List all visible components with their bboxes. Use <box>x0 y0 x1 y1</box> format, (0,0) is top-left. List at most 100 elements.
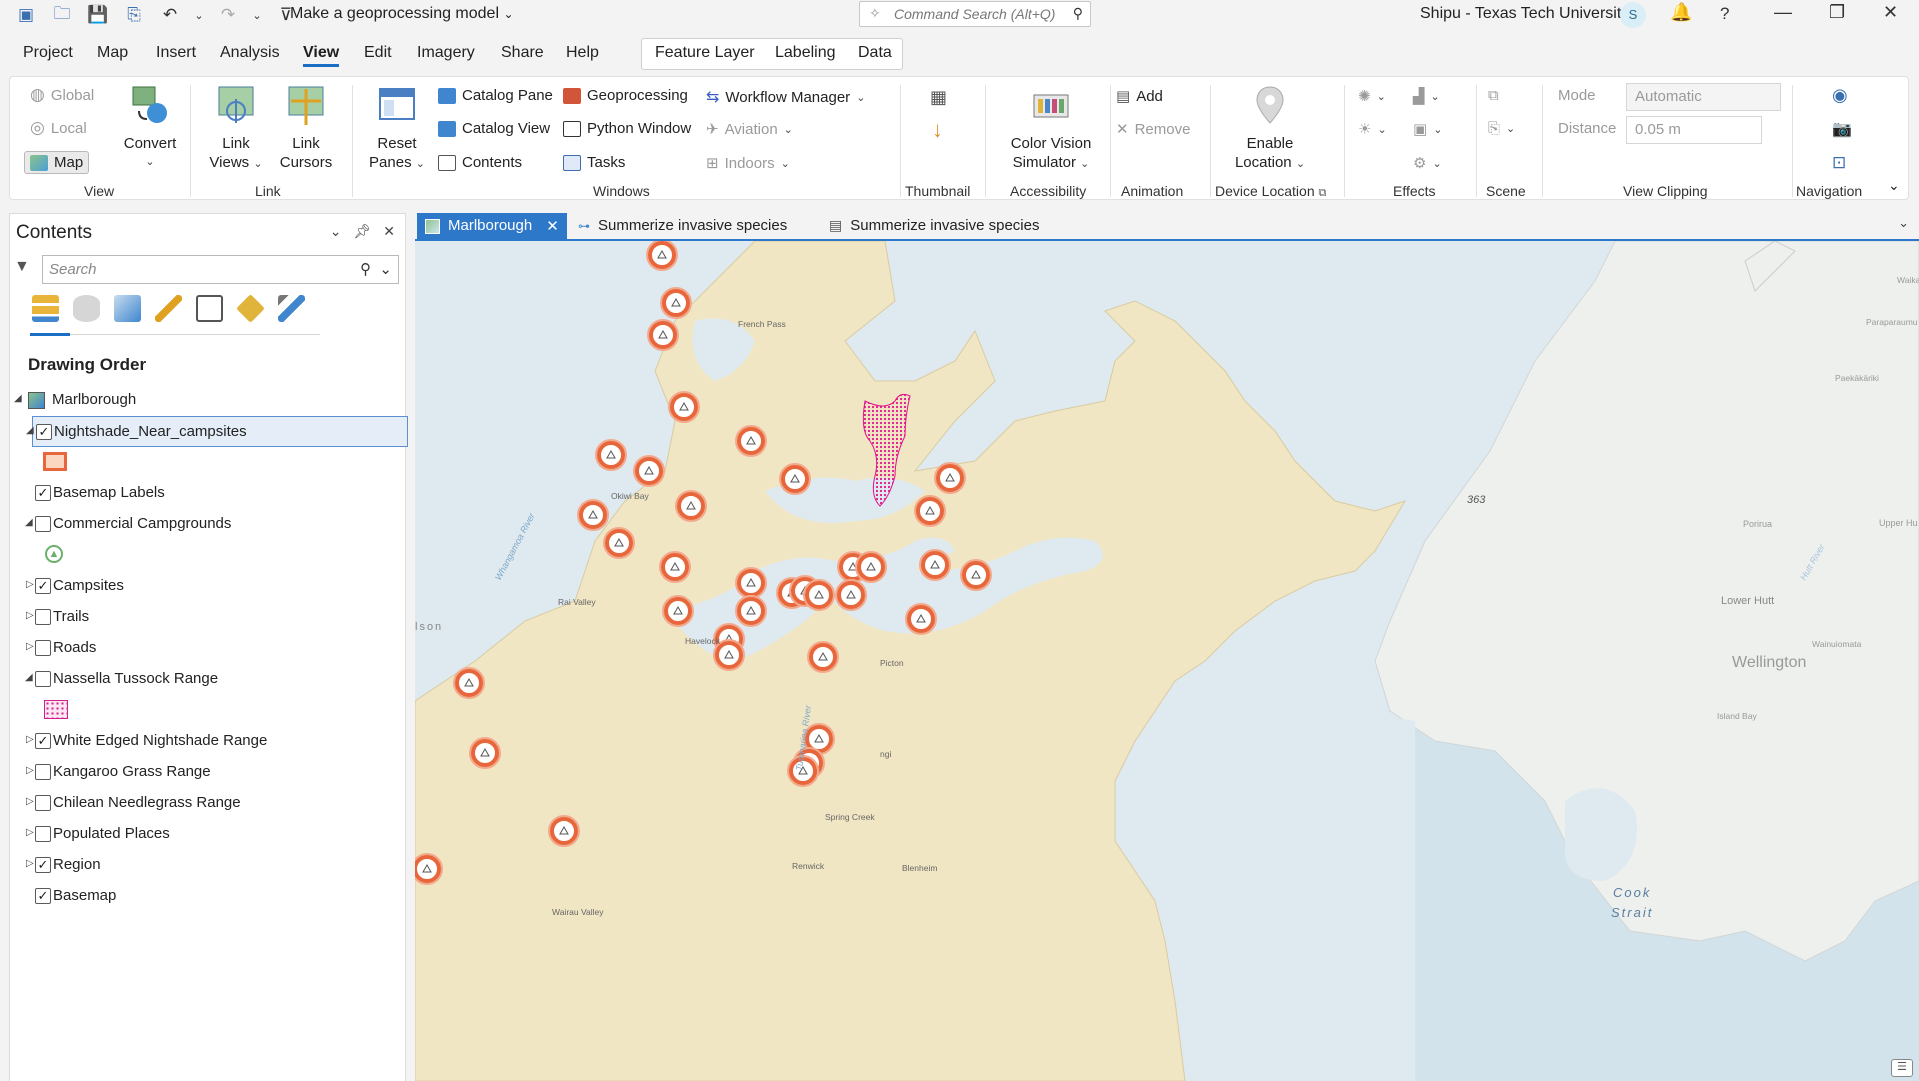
campsite-marker[interactable] <box>735 567 767 599</box>
list-by-perspective-imagery-icon[interactable] <box>278 295 305 322</box>
notes-icon[interactable]: ☰ <box>1891 1059 1913 1077</box>
bookmark-button[interactable]: 📷 <box>1832 119 1852 139</box>
layer-blend-button[interactable]: ▣ ⌄ <box>1413 120 1442 138</box>
tab-labeling[interactable]: Labeling <box>775 44 836 62</box>
minimize-icon[interactable]: — <box>1774 2 1792 23</box>
layer-visibility-checkbox[interactable]: ✓ <box>35 485 51 501</box>
tab-help[interactable]: Help <box>566 44 599 62</box>
pane-options-icon[interactable]: ⌄ <box>330 223 342 240</box>
campsite-marker[interactable] <box>905 603 937 635</box>
campsite-marker[interactable] <box>779 463 811 495</box>
campsite-marker[interactable] <box>660 287 692 319</box>
tab-list-chevron-down-icon[interactable]: ⌄ <box>1898 215 1909 231</box>
campsite-marker[interactable] <box>453 667 485 699</box>
expand-icon[interactable]: ▷ <box>26 827 34 838</box>
layer-visibility-checkbox[interactable] <box>35 609 51 625</box>
expand-icon[interactable]: ▷ <box>26 579 34 590</box>
expand-icon[interactable]: ▷ <box>26 796 34 807</box>
scene-mode-button[interactable]: ⎘ ⌄ <box>1488 120 1515 137</box>
tab-marlborough-map[interactable]: Marlborough ✕ <box>417 213 567 239</box>
campsite-marker[interactable] <box>855 551 887 583</box>
layer-row[interactable]: ▷ Trails <box>10 602 405 633</box>
campsite-marker[interactable] <box>807 641 839 673</box>
lighting-button[interactable]: ☀ ⌄ <box>1358 120 1387 138</box>
convert-button[interactable]: Convert ⌄ <box>114 85 186 172</box>
save-as-icon[interactable]: ⎘ <box>122 3 146 27</box>
collapse-icon[interactable]: ◢ <box>26 425 34 436</box>
document-title[interactable]: Make a geoprocessing model ⌄ <box>290 5 514 23</box>
tab-insert[interactable]: Insert <box>156 44 196 62</box>
close-icon[interactable]: ✕ <box>1883 2 1898 23</box>
expand-icon[interactable]: ▷ <box>26 641 34 652</box>
flicker-button[interactable]: ▟ ⌄ <box>1413 87 1440 105</box>
link-cursors-button[interactable]: Link Cursors <box>276 85 336 172</box>
campground-symbol-icon[interactable]: ▲ <box>45 545 63 563</box>
swipe-button[interactable]: ✺ ⌄ <box>1358 87 1386 105</box>
new-project-icon[interactable]: ▣ <box>14 3 38 27</box>
open-project-icon[interactable]: 🗀 <box>50 3 74 27</box>
collapse-icon[interactable]: ◢ <box>25 672 33 683</box>
filter-icon[interactable]: ▼ <box>14 258 30 276</box>
tab-data[interactable]: Data <box>858 44 892 62</box>
campsite-marker[interactable] <box>803 579 835 611</box>
tasks-button[interactable]: Tasks <box>563 154 625 171</box>
map-view-button[interactable]: Map <box>24 151 90 174</box>
campsite-marker[interactable] <box>659 551 691 583</box>
campsite-marker[interactable] <box>469 737 501 769</box>
layer-visibility-checkbox[interactable]: ✓ <box>35 578 51 594</box>
list-by-editing-icon[interactable] <box>155 295 182 322</box>
help-button[interactable]: ? <box>1720 4 1729 24</box>
layer-row[interactable]: ▷ ✓ Region <box>10 850 405 881</box>
pin-icon[interactable]: 📌︎ <box>353 223 371 240</box>
layer-row[interactable]: ✓ Basemap <box>10 881 405 912</box>
campsite-marker[interactable] <box>934 462 966 494</box>
tab-summerize-model-1[interactable]: ⊶ Summerize invasive species <box>570 213 795 239</box>
layer-row[interactable]: ◢ ✓ Nightshade_Near_campsites <box>26 416 408 447</box>
close-tab-icon[interactable]: ✕ <box>546 217 559 235</box>
tab-project[interactable]: Project <box>23 44 73 62</box>
layer-visibility-checkbox[interactable] <box>35 795 51 811</box>
global-button[interactable]: ◍ Global <box>30 85 94 105</box>
list-by-selection-icon[interactable] <box>114 295 141 322</box>
layer-row[interactable]: ▷ ✓ Campsites <box>10 571 405 602</box>
expand-icon[interactable]: ▷ <box>26 858 34 869</box>
animation-add-button[interactable]: ▤ Add <box>1116 87 1163 106</box>
scene-properties-button[interactable]: ⧉ <box>1488 87 1499 104</box>
campsite-marker[interactable] <box>633 455 665 487</box>
dialog-launcher-icon[interactable]: ⧉ <box>1319 187 1327 199</box>
layer-row[interactable]: ✓ Basemap Labels <box>10 478 405 509</box>
enable-location-button[interactable]: Enable Location ⌄ <box>1220 85 1320 174</box>
campsite-marker[interactable] <box>919 549 951 581</box>
campsite-marker[interactable] <box>415 853 443 885</box>
python-window-button[interactable]: Python Window <box>563 120 691 137</box>
expand-icon[interactable]: ▷ <box>26 610 34 621</box>
close-icon[interactable]: ✕ <box>383 223 395 240</box>
layer-row[interactable]: ◢ Nassella Tussock Range <box>10 664 405 695</box>
layer-row[interactable]: ▷ Roads <box>10 633 405 664</box>
layer-visibility-checkbox[interactable] <box>35 516 51 532</box>
collapse-icon[interactable]: ◢ <box>25 517 33 528</box>
layer-row[interactable]: ▷ Kangaroo Grass Range <box>10 757 405 788</box>
layer-row[interactable]: ◢ Commercial Campgrounds <box>10 509 405 540</box>
geoprocessing-button[interactable]: Geoprocessing <box>563 87 688 104</box>
campsite-marker[interactable] <box>577 499 609 531</box>
campsite-marker[interactable] <box>668 391 700 423</box>
campsite-marker[interactable] <box>647 319 679 351</box>
collapse-ribbon-button[interactable]: ⌄ <box>1888 177 1900 194</box>
tab-feature-layer[interactable]: Feature Layer <box>655 44 755 62</box>
pattern-symbol-swatch[interactable] <box>44 700 68 719</box>
animation-remove-button[interactable]: ✕ Remove <box>1116 120 1190 139</box>
list-by-snapping-icon[interactable] <box>196 295 223 322</box>
indoors-button[interactable]: ⊞ Indoors ⌄ <box>706 154 790 173</box>
layer-row[interactable]: ▷ Populated Places <box>10 819 405 850</box>
list-by-data-source-icon[interactable] <box>73 295 100 322</box>
map-canvas[interactable]: French Pass Okiwi Bay Rai Valley Haveloc… <box>415 241 1919 1081</box>
campsite-marker[interactable] <box>735 595 767 627</box>
catalog-pane-button[interactable]: Catalog Pane <box>438 87 553 104</box>
campsite-marker[interactable] <box>595 439 627 471</box>
local-button[interactable]: ◎ Local <box>30 118 87 138</box>
navigator-button[interactable]: ◉ <box>1832 85 1848 106</box>
notification-bell-icon[interactable]: 🔔 <box>1670 2 1692 23</box>
expand-icon[interactable]: ▷ <box>26 734 34 745</box>
layer-visibility-checkbox[interactable] <box>35 671 51 687</box>
